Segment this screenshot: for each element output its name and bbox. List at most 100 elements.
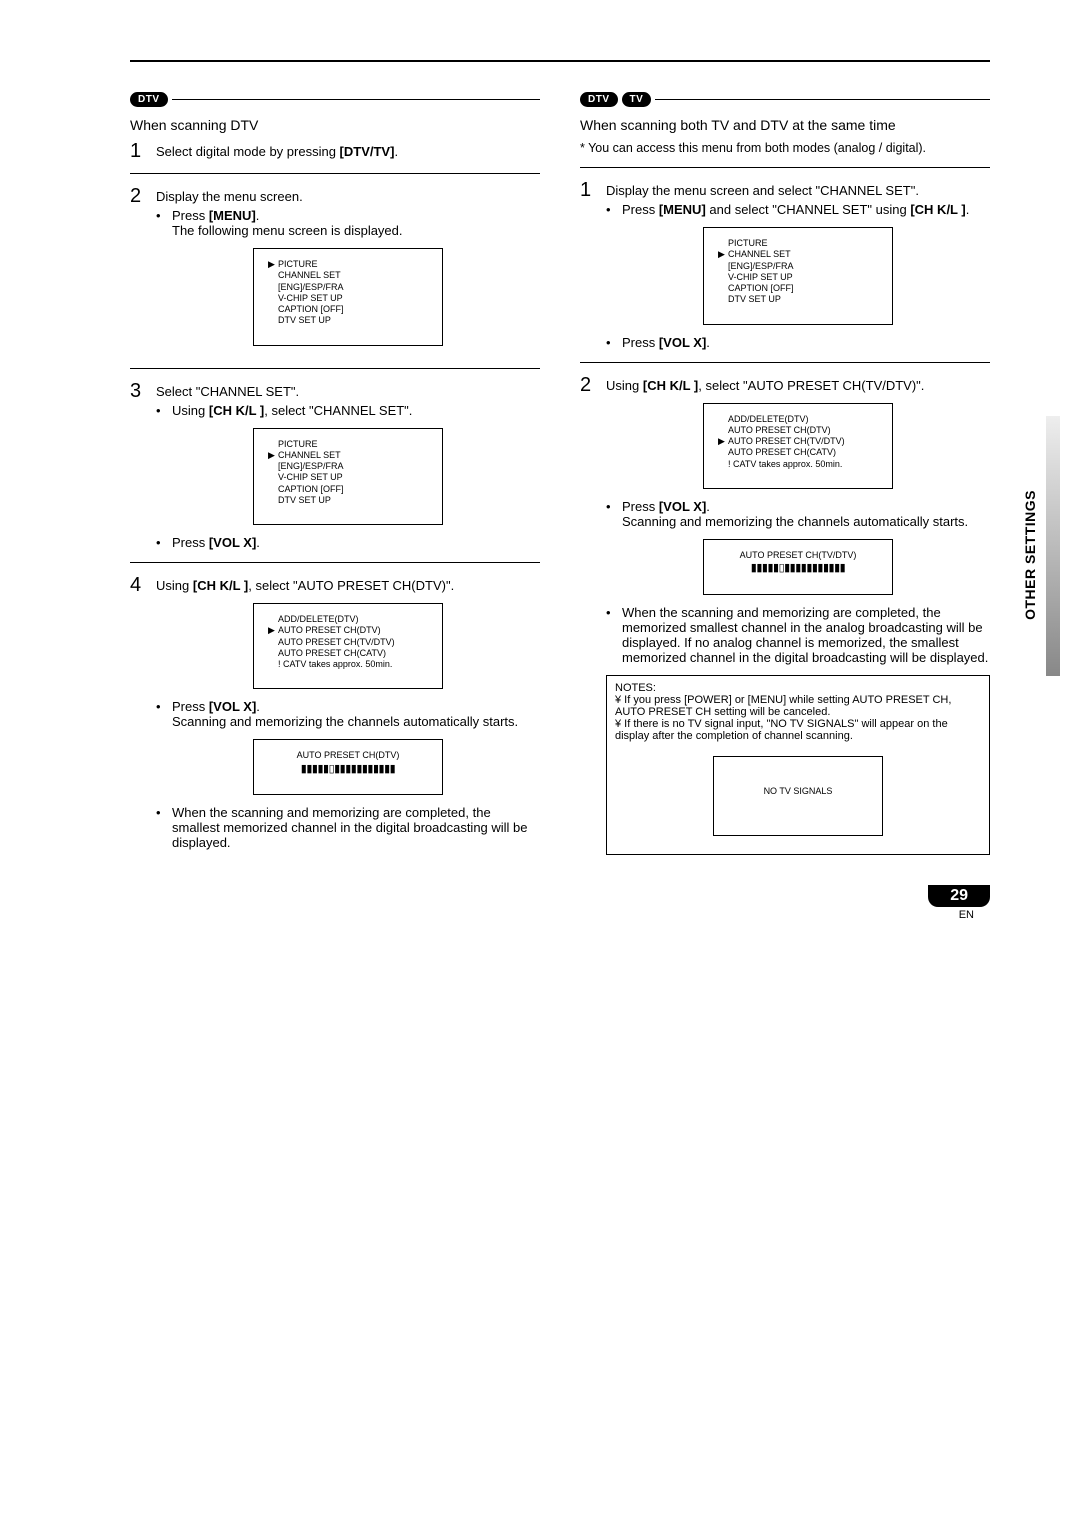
section-label: OTHER SETTINGS [1022,490,1038,620]
osd-item-label: [ENG]/ESP/FRA [278,461,344,472]
osd-item: DTV SET UP [718,294,878,305]
step-1: 1 Display the menu screen and select "CH… [580,180,990,350]
osd-item: ▶CHANNEL SET [718,249,878,260]
osd-item-label: ! CATV takes approx. 50min. [278,659,392,670]
text: . [706,335,710,350]
progress-bar: ▮▮▮▮▮▯▮▮▮▮▮▮▮▮▮▮▮ [718,561,878,575]
vol-button-ref: [VOL X] [659,335,706,350]
osd-item-label: V-CHIP SET UP [278,293,343,304]
osd-item-label: PICTURE [728,238,768,249]
osd-screen: PICTURE▶CHANNEL SET[ENG]/ESP/FRAV-CHIP S… [253,428,443,526]
osd-item-label: CHANNEL SET [728,249,791,260]
osd-item-label: CHANNEL SET [278,450,341,461]
bullet-icon: • [606,335,616,350]
bullet-icon: • [156,699,166,729]
osd-title: AUTO PRESET CH(TV/DTV) [718,550,878,562]
pointer-icon: ▶ [718,249,728,260]
osd-item: ▶AUTO PRESET CH(DTV) [268,625,428,636]
divider [580,167,990,168]
osd-screen: ADD/DELETE(DTV)AUTO PRESET CH(DTV)▶AUTO … [703,403,893,489]
dtv-badge: DTV [130,92,168,107]
osd-item-label: CAPTION [OFF] [728,283,794,294]
osd-item: ▶CHANNEL SET [268,450,428,461]
bullet-icon: • [606,499,616,529]
divider [130,562,540,563]
right-heading: When scanning both TV and DTV at the sam… [580,117,990,133]
osd-item: AUTO PRESET CH(TV/DTV) [268,637,428,648]
osd-item: DTV SET UP [268,495,428,506]
left-heading: When scanning DTV [130,117,540,133]
text: , select "AUTO PRESET CH(DTV)". [248,578,454,593]
no-signal-text: NO TV SIGNALS [764,786,833,797]
text: The following menu screen is displayed. [172,223,540,238]
divider [130,173,540,174]
osd-item: ADD/DELETE(DTV) [718,414,878,425]
osd-item: CAPTION [OFF] [268,304,428,315]
osd-screen: ADD/DELETE(DTV)▶AUTO PRESET CH(DTV)AUTO … [253,603,443,689]
pointer-icon: ▶ [268,625,278,636]
menu-button-ref: [MENU] [659,202,706,217]
text: . [256,208,260,223]
note-item: ¥ If there is no TV signal input, "NO TV… [615,718,981,742]
osd-item-label: AUTO PRESET CH(CATV) [278,648,386,659]
osd-item: AUTO PRESET CH(CATV) [718,447,878,458]
page-number: 29 [928,885,990,907]
osd-item-label: DTV SET UP [278,315,331,326]
osd-item: ADD/DELETE(DTV) [268,614,428,625]
ch-button-ref: [CH K/L ] [643,378,698,393]
osd-item-label: DTV SET UP [278,495,331,506]
text: Display the menu screen. [156,189,540,204]
osd-item-label: ! CATV takes approx. 50min. [728,459,842,470]
divider [130,368,540,369]
osd-screen: PICTURE▶CHANNEL SET[ENG]/ESP/FRAV-CHIP S… [703,227,893,325]
text: When the scanning and memorizing are com… [172,805,540,850]
side-accent-bar [1046,416,1060,676]
osd-title: AUTO PRESET CH(DTV) [268,750,428,762]
osd-item-label: AUTO PRESET CH(TV/DTV) [728,436,845,447]
ch-button-ref: [CH K/L ] [209,403,264,418]
osd-item: PICTURE [718,238,878,249]
osd-item: [ENG]/ESP/FRA [268,461,428,472]
pointer-icon: ▶ [268,450,278,461]
step-4: 4 Using [CH K/L ], select "AUTO PRESET C… [130,575,540,850]
bullet-icon: • [156,535,166,550]
osd-item-label: V-CHIP SET UP [278,472,343,483]
osd-item: [ENG]/ESP/FRA [718,261,878,272]
note-item: ¥ If you press [POWER] or [MENU] while s… [615,694,981,718]
osd-item-label: AUTO PRESET CH(TV/DTV) [278,637,395,648]
step-number: 2 [580,375,598,395]
vol-button-ref: [VOL X] [209,535,256,550]
step-number: 3 [130,381,148,401]
bullet-icon: • [156,403,166,418]
osd-item: CAPTION [OFF] [268,484,428,495]
step-number: 1 [580,180,598,200]
top-rule [130,60,990,62]
osd-item: ▶PICTURE [268,259,428,270]
menu-button-ref: [MENU] [209,208,256,223]
osd-item: ! CATV takes approx. 50min. [268,659,428,670]
osd-screen: AUTO PRESET CH(TV/DTV) ▮▮▮▮▮▯▮▮▮▮▮▮▮▮▮▮▮ [703,539,893,595]
osd-item: AUTO PRESET CH(CATV) [268,648,428,659]
bullet-icon: • [156,208,166,238]
text: Select "CHANNEL SET". [156,384,540,399]
text: Scanning and memorizing the channels aut… [172,714,540,729]
osd-item-label: [ENG]/ESP/FRA [728,261,794,272]
text: . [256,535,260,550]
text: Using [606,378,643,393]
step-number: 2 [130,186,148,206]
osd-item-label: AUTO PRESET CH(DTV) [728,425,831,436]
osd-screen: NO TV SIGNALS [713,756,883,836]
osd-item-label: ADD/DELETE(DTV) [278,614,359,625]
bullet-icon: • [156,805,166,850]
text: and select "CHANNEL SET" using [706,202,911,217]
osd-item: V-CHIP SET UP [718,272,878,283]
osd-item: V-CHIP SET UP [268,472,428,483]
osd-item: PICTURE [268,439,428,450]
progress-bar: ▮▮▮▮▮▯▮▮▮▮▮▮▮▮▮▮▮ [268,762,428,776]
badge-rule [655,99,990,100]
osd-item-label: PICTURE [278,259,318,270]
osd-item: CHANNEL SET [268,270,428,281]
osd-item-label: AUTO PRESET CH(DTV) [278,625,381,636]
osd-item: [ENG]/ESP/FRA [268,282,428,293]
mode-note: * You can access this menu from both mod… [580,141,990,155]
